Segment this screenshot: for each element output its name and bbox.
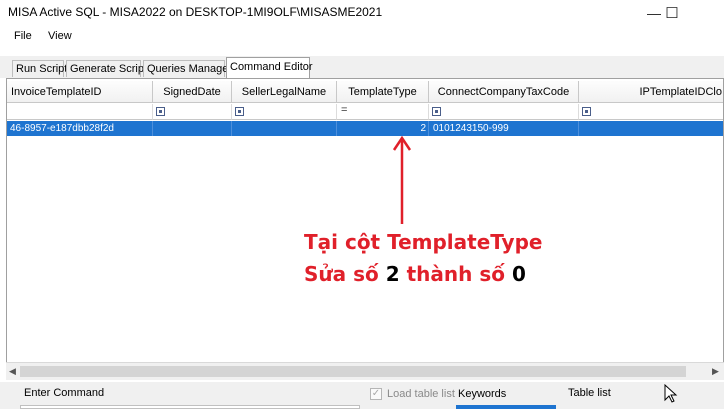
- filter-icon[interactable]: [582, 107, 591, 116]
- horizontal-scrollbar[interactable]: ◀ ▶: [6, 362, 724, 380]
- annotation-text: thành số: [399, 262, 512, 286]
- menu-bar: File View: [0, 27, 724, 47]
- annotation-number-old: 2: [385, 262, 400, 286]
- cell-signeddate[interactable]: [153, 121, 232, 136]
- load-table-list-label: Load table list: [387, 388, 455, 400]
- keywords-label: Keywords: [458, 388, 507, 400]
- table-list-label: Table list: [568, 387, 611, 399]
- filter-equals-symbol[interactable]: =: [341, 104, 347, 116]
- annotation-number-new: 0: [511, 262, 526, 286]
- keywords-list[interactable]: [456, 405, 556, 409]
- filter-cell[interactable]: [7, 104, 153, 120]
- window-title: MISA Active SQL - MISA2022 on DESKTOP-1M…: [8, 5, 383, 19]
- tab-queries-manager[interactable]: Queries Manager: [143, 60, 232, 77]
- cell-templatetype[interactable]: 2: [337, 121, 429, 136]
- mouse-cursor-icon: [664, 384, 678, 403]
- annotation-line-1: Tại cột TemplateType: [304, 230, 542, 254]
- filter-cell[interactable]: =: [337, 104, 429, 120]
- tab-strip: Run Script Generate Script Queries Manag…: [0, 56, 724, 78]
- bottom-panel: Enter Command ✓ Load table list Keywords…: [0, 382, 724, 409]
- annotation-arrow: [392, 135, 412, 224]
- cell-invoicetemplateid[interactable]: 46-8957-e187dbb28f2d: [7, 121, 153, 136]
- filter-icon[interactable]: [156, 107, 165, 116]
- menu-file[interactable]: File: [14, 30, 32, 42]
- annotation-text: Tại cột TemplateType: [304, 230, 543, 254]
- filter-icon[interactable]: [235, 107, 244, 116]
- annotation-line-2: Sửa số 2 thành số 0: [304, 262, 526, 286]
- cell-connectcompanytaxcode[interactable]: 0101243150-999: [429, 121, 579, 136]
- scrollbar-thumb[interactable]: [20, 366, 686, 377]
- cell-iptemplateidclo[interactable]: [579, 121, 723, 136]
- scroll-left-icon[interactable]: ◀: [9, 366, 16, 377]
- filter-cell[interactable]: [232, 104, 337, 120]
- menu-view[interactable]: View: [48, 30, 72, 42]
- column-header-invoicetemplateid[interactable]: InvoiceTemplateID: [7, 81, 153, 103]
- tab-generate-script[interactable]: Generate Script: [66, 60, 147, 77]
- load-table-list-checkbox[interactable]: ✓: [370, 388, 382, 400]
- filter-cell[interactable]: [153, 104, 232, 120]
- filter-icon[interactable]: [432, 107, 441, 116]
- column-header-templatetype[interactable]: TemplateType: [337, 81, 429, 103]
- table-row[interactable]: 46-8957-e187dbb28f2d 2 0101243150-999: [7, 121, 723, 136]
- enter-command-label: Enter Command: [24, 387, 105, 399]
- column-header-sellerlegalname[interactable]: SellerLegalName: [232, 81, 337, 103]
- results-grid[interactable]: InvoiceTemplateID SignedDate SellerLegal…: [6, 78, 724, 380]
- filter-cell[interactable]: [579, 104, 723, 120]
- tab-run-script[interactable]: Run Script: [12, 60, 67, 77]
- column-header-iptemplateidclo[interactable]: IPTemplateIDClo: [579, 81, 723, 103]
- annotation-text: Sửa số: [304, 262, 386, 286]
- maximize-button[interactable]: ☐: [652, 2, 692, 24]
- column-header-signeddate[interactable]: SignedDate: [153, 81, 232, 103]
- grid-header-row: InvoiceTemplateID SignedDate SellerLegal…: [7, 81, 723, 103]
- column-header-connectcompanytaxcode[interactable]: ConnectCompanyTaxCode: [429, 81, 579, 103]
- title-bar: MISA Active SQL - MISA2022 on DESKTOP-1M…: [0, 0, 724, 26]
- cell-sellerlegalname[interactable]: [232, 121, 337, 136]
- filter-cell[interactable]: [429, 104, 579, 120]
- tab-command-editor[interactable]: Command Editor: [226, 57, 313, 78]
- scroll-right-icon[interactable]: ▶: [712, 366, 719, 377]
- command-input[interactable]: [20, 405, 360, 409]
- grid-filter-row: =: [7, 104, 723, 120]
